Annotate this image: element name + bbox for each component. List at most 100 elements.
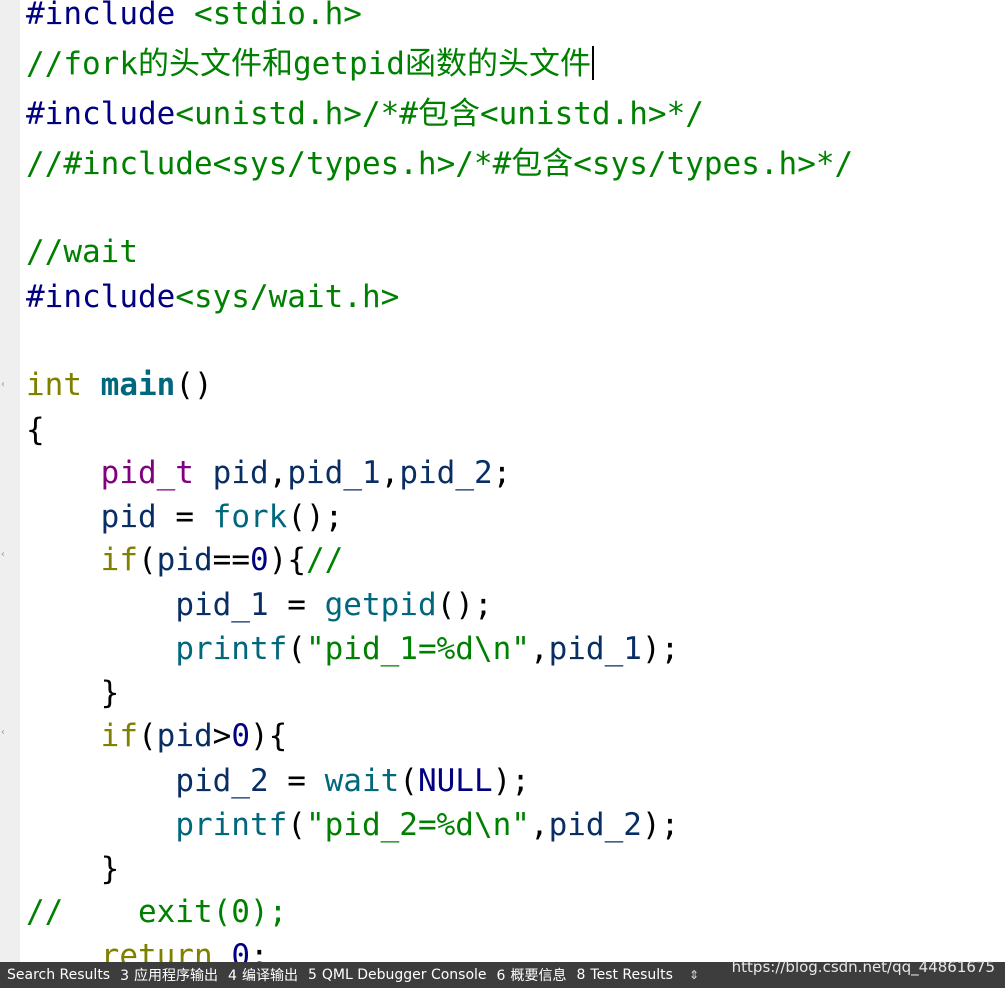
code-token: = — [268, 763, 325, 799]
code-token: ( — [287, 631, 306, 667]
code-editor[interactable]: ‹ ‹ ‹ #include <stdio.h> //fork的头文件和getpi… — [0, 0, 1005, 962]
code-token: ( — [287, 807, 306, 843]
code-line[interactable]: //wait — [26, 232, 138, 272]
code-token: //#include<sys/types.h>/*#包含<sys/types.h… — [26, 146, 854, 182]
tab-number: 8 — [576, 967, 586, 983]
code-token: pid_1 — [548, 631, 642, 667]
code-token: wait — [324, 763, 400, 799]
tab-application-output[interactable]: 3 应用程序输出 — [120, 965, 226, 985]
code-line[interactable]: #include<unistd.h>/*#包含<unistd.h>*/ — [26, 94, 704, 134]
code-token: if — [100, 542, 138, 578]
code-token: main — [100, 367, 176, 403]
code-line[interactable]: return 0; — [26, 936, 269, 962]
tab-label: QML Debugger Console — [321, 967, 487, 983]
code-token: if — [100, 718, 138, 754]
code-token: NULL — [417, 763, 493, 799]
up-down-arrows-icon[interactable]: ⇕ — [689, 968, 699, 982]
code-token: 0 — [249, 542, 269, 578]
tab-label: Search Results — [7, 967, 111, 983]
code-token: ( — [137, 542, 157, 578]
code-line[interactable]: // exit(0); — [26, 892, 287, 932]
watermark-url: https://blog.csdn.net/qq_44861675 — [731, 958, 995, 976]
code-token: pid_2 — [548, 807, 642, 843]
code-token: == — [212, 542, 250, 578]
code-token: // exit(0); — [26, 894, 288, 930]
code-token: , — [268, 455, 288, 491]
code-token: } — [26, 851, 120, 887]
code-line[interactable]: pid = fork(); — [26, 497, 344, 537]
code-token: #include — [26, 279, 176, 315]
code-line[interactable]: pid_1 = getpid(); — [26, 585, 493, 625]
code-token: return — [100, 938, 213, 962]
code-line[interactable]: } — [26, 673, 120, 713]
code-token: 0 — [231, 718, 250, 754]
tab-label: Test Results — [590, 967, 673, 983]
code-line[interactable]: if(pid>0){ — [26, 716, 288, 756]
tab-qml-debugger-console[interactable]: 5 QML Debugger Console — [308, 967, 495, 983]
fold-marker-icon[interactable]: ‹ — [0, 728, 6, 738]
code-token: ; — [492, 455, 512, 491]
code-line[interactable]: pid_2 = wait(NULL); — [26, 761, 530, 801]
tab-general-messages[interactable]: 6 概要信息 — [497, 965, 575, 985]
tab-label: 应用程序输出 — [134, 968, 219, 984]
code-line[interactable]: { — [26, 410, 45, 450]
code-token: pid_1 — [175, 587, 269, 623]
code-token: <unistd.h>/*#包含<unistd.h>*/ — [175, 96, 704, 132]
code-token: getpid — [324, 587, 437, 623]
code-line[interactable]: pid_t pid,pid_1,pid_2; — [26, 453, 512, 493]
code-token: ); — [641, 807, 680, 843]
editor-gutter: ‹ ‹ ‹ — [0, 0, 20, 962]
code-token: //fork的头文件和getpid函数的头文件 — [26, 46, 591, 82]
code-token: pid_t — [100, 455, 194, 491]
fold-marker-icon[interactable]: ‹ — [0, 550, 6, 560]
code-token: ){ — [250, 718, 288, 754]
code-token: "pid_1=%d\n" — [305, 631, 530, 667]
tab-label: 编译输出 — [241, 968, 298, 984]
code-token: () — [175, 367, 213, 403]
tab-number: 5 — [307, 967, 317, 983]
tab-compile-output[interactable]: 4 编译输出 — [228, 965, 306, 985]
code-line[interactable]: printf("pid_2=%d\n",pid_2); — [26, 805, 679, 845]
code-token: ){ — [268, 542, 306, 578]
code-line[interactable]: int main() — [26, 365, 213, 405]
tab-test-results[interactable]: 8 Test Results — [576, 967, 681, 983]
tab-label: 概要信息 — [510, 968, 567, 984]
code-line[interactable]: //fork的头文件和getpid函数的头文件 — [26, 44, 594, 84]
code-token: , — [380, 455, 400, 491]
code-line[interactable]: printf("pid_1=%d\n",pid_1); — [26, 629, 679, 669]
code-line[interactable]: //#include<sys/types.h>/*#包含<sys/types.h… — [26, 144, 853, 184]
code-line[interactable]: if(pid==0){// — [26, 540, 344, 580]
tab-number: 3 — [120, 968, 130, 984]
code-token: #include — [26, 0, 194, 32]
code-token: (); — [287, 499, 344, 535]
code-token: { — [26, 412, 45, 448]
fold-marker-icon[interactable]: ‹ — [0, 380, 6, 390]
code-token: = — [156, 499, 213, 535]
code-token: pid — [100, 499, 157, 535]
tab-search-results[interactable]: Search Results — [2, 967, 118, 983]
code-token: ( — [399, 763, 418, 799]
code-token: ); — [641, 631, 680, 667]
code-line[interactable]: #include<sys/wait.h> — [26, 277, 399, 317]
code-line[interactable]: } — [26, 849, 120, 889]
code-token: (); — [436, 587, 493, 623]
code-token: pid_2 — [175, 763, 269, 799]
code-token: printf — [175, 631, 288, 667]
code-token: fork — [212, 499, 288, 535]
code-token: #include — [26, 96, 176, 132]
code-token: , — [529, 807, 549, 843]
code-token: } — [26, 675, 120, 711]
code-token: = — [268, 587, 325, 623]
code-line[interactable]: #include <stdio.h> — [26, 0, 362, 34]
code-token: > — [212, 718, 232, 754]
code-token: //wait — [26, 234, 138, 270]
